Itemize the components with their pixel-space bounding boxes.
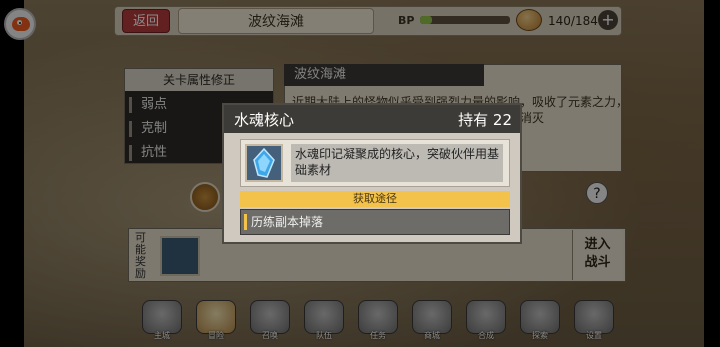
- water-soul-core-icon: [245, 144, 283, 182]
- item-description: 水魂印记凝聚成的核心，突破伙伴用基础素材: [291, 144, 503, 182]
- acquire-header: 获取途径: [240, 191, 510, 207]
- owned-count: 持有 22: [458, 111, 512, 129]
- modal-title: 水魂核心: [234, 111, 295, 129]
- modal-header: 水魂核心 持有 22: [224, 105, 520, 133]
- item-info-box: 水魂印记凝聚成的核心，突破伙伴用基础素材: [240, 139, 510, 187]
- acquire-source-row[interactable]: 历练副本掉落: [240, 209, 510, 235]
- item-detail-modal: 水魂核心 持有 22 水魂印记凝聚成的核心，突破伙伴用基础素材 获取途径 历练副…: [222, 103, 522, 244]
